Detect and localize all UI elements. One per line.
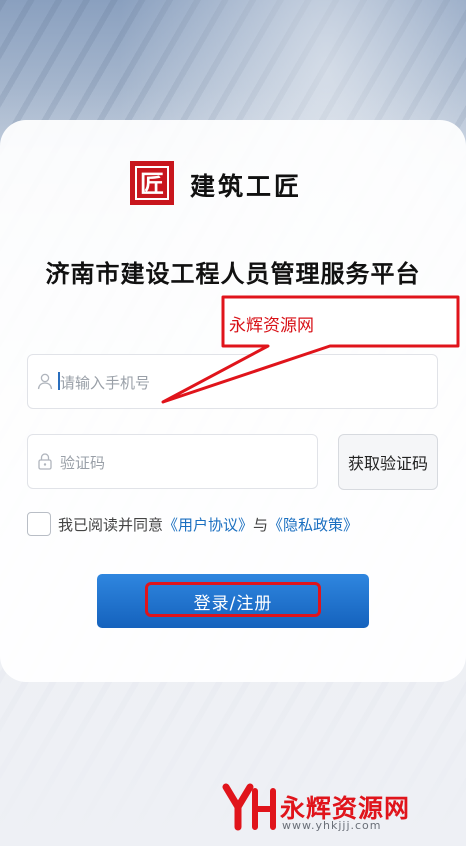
lock-icon [38,453,52,470]
get-code-button[interactable]: 获取验证码 [338,434,438,490]
phone-input[interactable] [58,355,431,410]
agreement-text: 我已阅读并同意《用户协议》与《隐私政策》 [58,514,358,535]
watermark: 永辉资源网 www.yhkjjj.com [222,781,452,841]
phone-field[interactable] [27,354,438,410]
svg-text:匠: 匠 [140,169,164,198]
agreement-checkbox[interactable] [27,512,51,536]
privacy-policy-link[interactable]: 《隐私政策》 [268,516,358,534]
brand-logo: 匠 建筑工匠 [130,161,330,205]
logo-seal-icon: 匠 [135,166,169,200]
watermark-logo-icon [222,783,276,831]
user-icon [37,373,53,390]
text-caret [58,372,60,390]
agreement-prefix: 我已阅读并同意 [58,516,164,534]
page-title: 济南市建设工程人员管理服务平台 [45,260,421,288]
agreement-and: 与 [253,516,269,534]
code-input[interactable] [58,435,311,490]
user-agreement-link[interactable]: 《用户协议》 [163,516,253,534]
annotation-highlight-box [145,582,321,617]
watermark-url: www.yhkjjj.com [282,819,382,832]
logo-text: 建筑工匠 [190,172,303,201]
annotation-text: 永辉资源网 [229,316,314,336]
code-field[interactable] [27,434,318,490]
logo-mark: 匠 [130,161,174,205]
